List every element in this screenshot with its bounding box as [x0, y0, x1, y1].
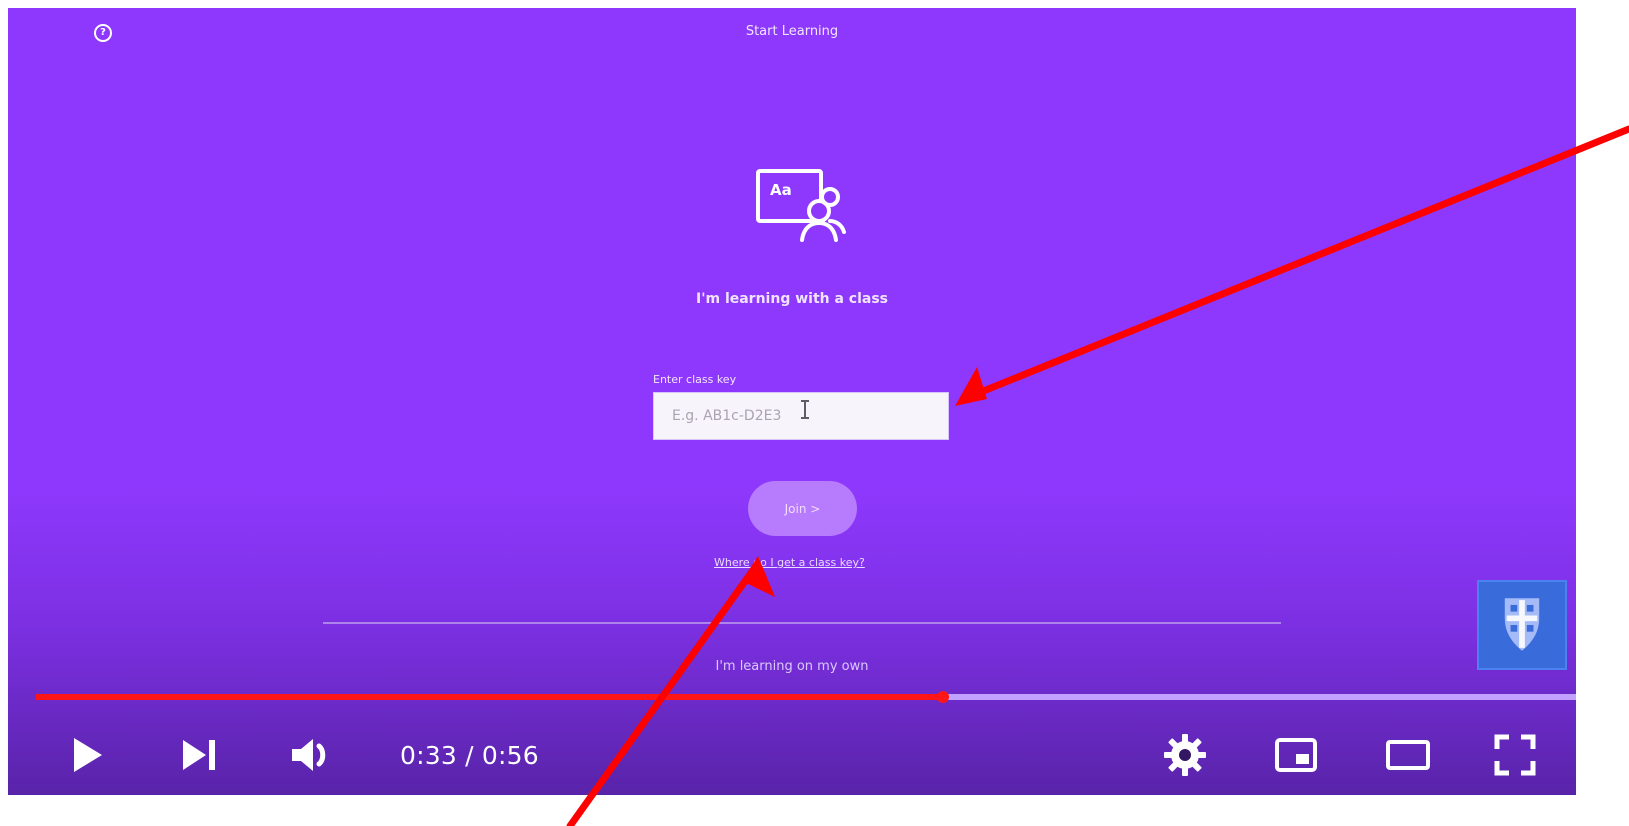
play-button[interactable]: [63, 732, 109, 778]
screenshot-frame: ? Start Learning Aa I'm learning with a …: [0, 0, 1629, 826]
svg-text:Aa: Aa: [770, 181, 792, 199]
channel-crest-icon[interactable]: [1477, 580, 1567, 670]
text-cursor-icon: [801, 400, 809, 419]
fullscreen-button[interactable]: [1492, 732, 1538, 778]
learning-on-own-link[interactable]: I'm learning on my own: [8, 659, 1576, 674]
class-key-help-link[interactable]: Where do I get a class key?: [714, 556, 865, 569]
miniplayer-icon: [1275, 738, 1317, 772]
class-learning-heading: I'm learning with a class: [695, 291, 889, 307]
volume-icon: [292, 739, 326, 771]
player-controls-bar: 0:33 / 0:56: [8, 703, 1576, 795]
next-button[interactable]: [175, 732, 221, 778]
class-key-label: Enter class key: [653, 373, 737, 386]
join-button[interactable]: Join >: [748, 481, 857, 536]
progress-scrubber-handle[interactable]: [937, 691, 950, 703]
fullscreen-icon: [1494, 734, 1536, 776]
next-icon: [183, 740, 215, 770]
video-progress-played: [36, 694, 944, 700]
volume-button[interactable]: [286, 732, 332, 778]
video-time-display: 0:33 / 0:56: [400, 741, 539, 770]
theater-mode-icon: [1386, 740, 1430, 770]
section-divider: [323, 622, 1281, 624]
page-title: Start Learning: [745, 24, 839, 39]
theater-mode-button[interactable]: [1385, 732, 1431, 778]
play-icon: [74, 738, 102, 772]
video-player[interactable]: ? Start Learning Aa I'm learning with a …: [8, 8, 1576, 795]
settings-gear-icon: [1164, 734, 1206, 776]
classroom-icon: Aa: [756, 169, 846, 242]
settings-button[interactable]: [1162, 732, 1208, 778]
miniplayer-button[interactable]: [1273, 732, 1319, 778]
